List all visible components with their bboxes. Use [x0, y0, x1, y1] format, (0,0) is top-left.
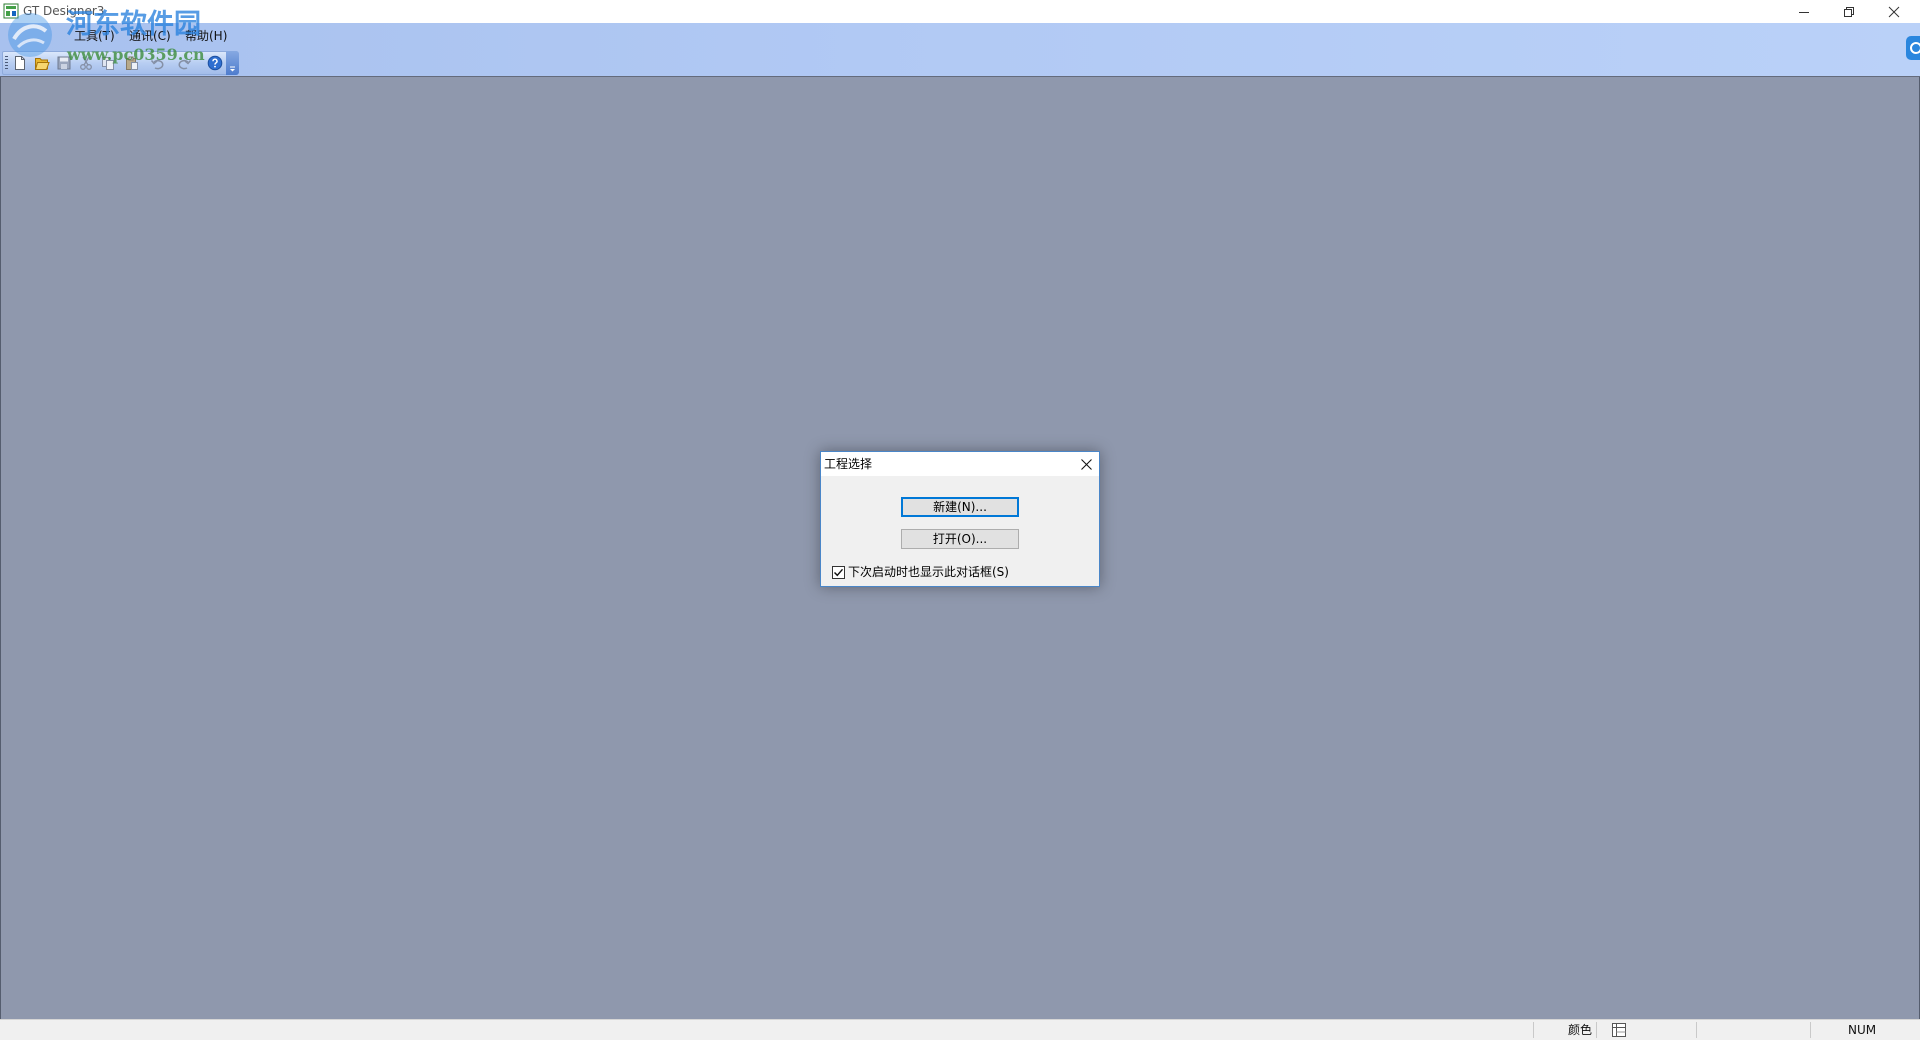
menu-bar: 工具(T) 通讯(C) 帮助(H): [0, 23, 1920, 50]
cut-icon[interactable]: [78, 55, 94, 71]
toolbar-options-chevron[interactable]: [226, 51, 239, 75]
help-icon[interactable]: [207, 55, 223, 71]
num-lock-indicator: NUM: [1848, 1023, 1877, 1037]
status-separator: [1596, 1022, 1597, 1038]
status-separator: [1533, 1022, 1534, 1038]
menu-communication[interactable]: 通讯(C): [126, 28, 174, 45]
checkmark-icon: [834, 568, 844, 577]
restore-icon: [1844, 6, 1854, 17]
minimize-button[interactable]: [1781, 0, 1827, 23]
show-on-startup-label[interactable]: 下次启动时也显示此对话框(S): [848, 564, 1009, 580]
layout-grid-icon: [1612, 1023, 1626, 1037]
title-bar[interactable]: GT Designer3: [0, 0, 1920, 23]
side-tool-icon[interactable]: [1906, 36, 1920, 60]
status-separator: [1810, 1022, 1811, 1038]
dialog-title-bar[interactable]: 工程选择: [821, 452, 1099, 476]
open-project-button[interactable]: 打开(O)...: [901, 529, 1019, 549]
dialog-close-button[interactable]: [1073, 452, 1099, 476]
toolbar-grip[interactable]: [5, 56, 8, 70]
standard-toolbar: [2, 51, 239, 75]
close-icon: [1888, 6, 1900, 17]
project-select-dialog: 工程选择 新建(N)... 打开(O)... 下次启动时也显示此对话框(S): [820, 451, 1100, 587]
copy-icon[interactable]: [100, 55, 116, 71]
open-project-icon[interactable]: [34, 55, 50, 71]
close-icon: [1080, 458, 1092, 470]
status-color: 颜色: [1568, 1023, 1593, 1037]
window-title: GT Designer3: [23, 4, 105, 18]
menu-tools[interactable]: 工具(T): [71, 28, 118, 45]
dialog-title: 工程选择: [824, 457, 873, 471]
new-project-button[interactable]: 新建(N)...: [901, 497, 1019, 517]
redo-icon[interactable]: [176, 55, 192, 71]
save-icon[interactable]: [56, 55, 72, 71]
status-bar: 颜色 NUM: [0, 1019, 1920, 1040]
paste-icon[interactable]: [124, 55, 140, 71]
chevron-down-icon: [230, 66, 235, 72]
undo-icon[interactable]: [150, 55, 166, 71]
restore-button[interactable]: [1826, 0, 1872, 23]
new-project-icon[interactable]: [12, 55, 28, 71]
show-on-startup-checkbox[interactable]: [832, 566, 845, 579]
close-window-button[interactable]: [1871, 0, 1917, 23]
app-icon[interactable]: [3, 3, 19, 19]
minimize-icon: [1799, 11, 1809, 13]
toolbar-row: [0, 50, 1920, 77]
status-separator: [1696, 1022, 1697, 1038]
menu-help[interactable]: 帮助(H): [182, 28, 230, 45]
